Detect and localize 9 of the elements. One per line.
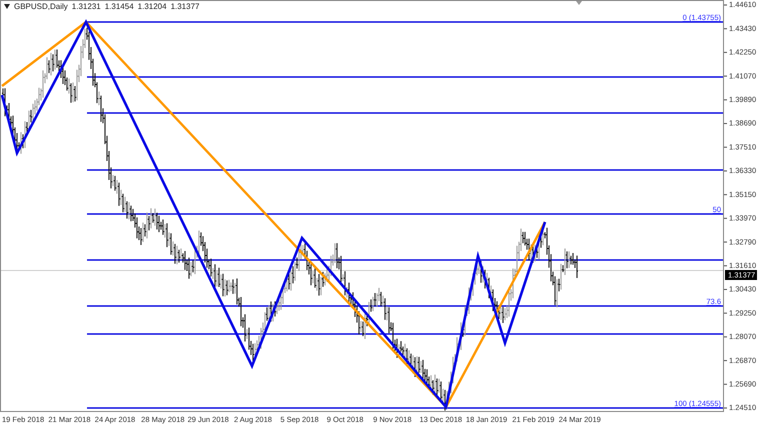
- quote-value: 1.31231: [72, 2, 101, 11]
- fibonacci-level-line[interactable]: [87, 305, 723, 307]
- fibonacci-level-line[interactable]: [87, 259, 723, 261]
- symbol-label: GBPUSD,Daily: [14, 2, 68, 11]
- dropdown-caret-icon[interactable]: [4, 4, 10, 9]
- quote-value: 1.31204: [138, 2, 167, 11]
- quote-value: 1.31454: [104, 2, 134, 11]
- quote-value: 1.31377: [170, 2, 200, 11]
- chart-shift-marker-icon[interactable]: [576, 1, 582, 5]
